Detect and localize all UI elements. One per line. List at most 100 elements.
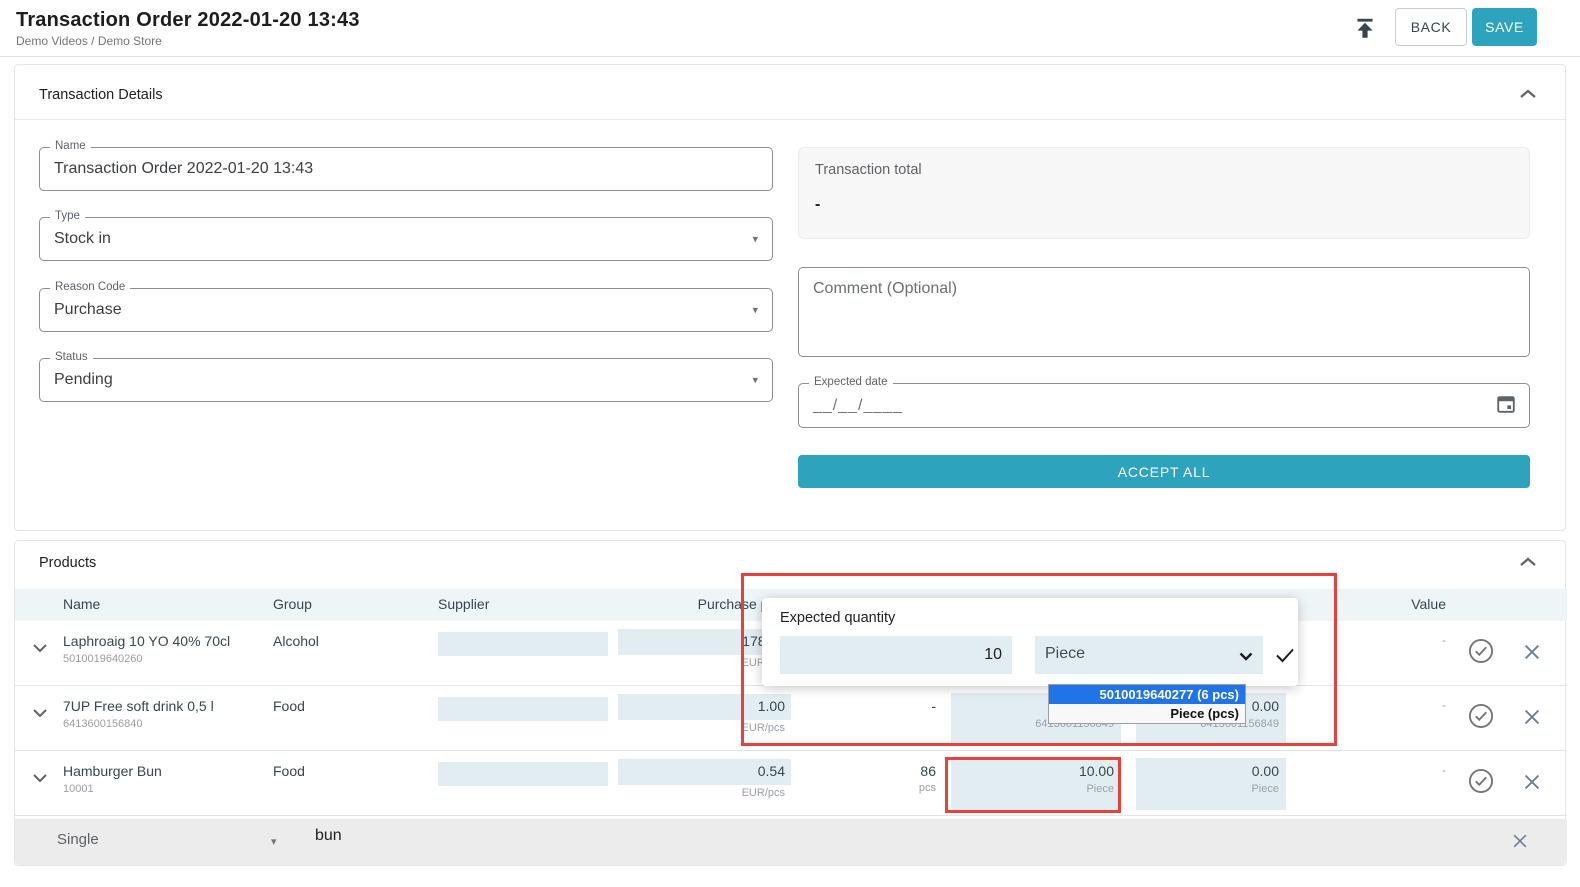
close-icon [1510, 839, 1530, 854]
unit-option-selected[interactable]: 5010019640277 (6 pcs) [1049, 685, 1245, 704]
purchase-price-unit: EUR/pcs [618, 787, 791, 799]
clear-search-button[interactable] [1507, 829, 1533, 855]
transaction-total-value: - [815, 196, 820, 214]
calendar-button[interactable] [1493, 393, 1519, 419]
product-code: 10001 [63, 783, 94, 795]
expected-quantity-popup-input[interactable] [780, 636, 1012, 674]
unit-option[interactable]: Piece (pcs) [1049, 704, 1245, 723]
expand-row-button[interactable] [29, 637, 51, 659]
purchase-price-input[interactable]: 0.54 [618, 759, 791, 785]
expand-row-button[interactable] [29, 702, 51, 724]
stock-value: 86 [805, 763, 936, 779]
purchase-price-value: 1.00 [758, 698, 785, 714]
header-divider [0, 56, 1580, 57]
expected-date-value: __/__/____ [813, 397, 903, 415]
expand-row-button[interactable] [29, 767, 51, 789]
column-header-purchase-price: Purchase price [591, 596, 791, 612]
reason-code-select-label: Reason Code [50, 281, 130, 293]
accept-row-button[interactable] [1467, 767, 1495, 798]
accept-all-button[interactable]: ACCEPT ALL [798, 455, 1530, 488]
chevron-down-icon [32, 706, 48, 721]
unit-select[interactable]: Piece [1035, 636, 1263, 674]
add-mode-value: Single [57, 831, 99, 848]
close-icon [1521, 651, 1543, 666]
unit-options-list: 5010019640277 (6 pcs) Piece (pcs) [1048, 684, 1246, 724]
check-circle-icon [1467, 783, 1495, 798]
name-field-label: Name [50, 140, 91, 152]
collapse-transaction-details-button[interactable] [1515, 85, 1541, 105]
transaction-total-label: Transaction total [815, 162, 922, 178]
row-value: - [1315, 698, 1446, 712]
section-title-products: Products [39, 555, 96, 571]
expected-quantity-popup: Expected quantity Piece [762, 598, 1298, 686]
purchase-price-value: 0.54 [758, 763, 785, 779]
status-select[interactable]: Status Pending ▾ [39, 358, 773, 402]
close-icon [1521, 716, 1543, 731]
type-select-value: Stock in [54, 230, 111, 248]
supplier-input[interactable] [438, 632, 608, 656]
product-name: 7UP Free soft drink 0,5 l [63, 698, 214, 714]
chevron-down-icon [32, 771, 48, 786]
column-header-value: Value [1315, 596, 1446, 612]
accept-row-button[interactable] [1467, 637, 1495, 668]
table-row: Hamburger Bun 10001 Food 0.54 EUR/pcs 86… [15, 751, 1567, 816]
chevron-up-icon [1519, 556, 1537, 571]
upload-icon [1352, 29, 1378, 44]
name-field[interactable]: Name Transaction Order 2022-01-20 13:43 [39, 147, 773, 191]
status-select-value: Pending [54, 371, 113, 389]
actual-quantity-value: 0.00 [1252, 698, 1279, 714]
add-mode-select[interactable]: Single ▾ [57, 831, 297, 849]
actual-quantity-unit: Piece [1251, 783, 1279, 795]
add-product-bar: Single ▾ [15, 819, 1567, 865]
supplier-input[interactable] [438, 697, 608, 721]
transaction-total-box: Transaction total - [798, 147, 1530, 239]
row-value: - [1315, 633, 1446, 647]
comment-textarea[interactable] [798, 267, 1530, 357]
check-circle-icon [1467, 653, 1495, 668]
dropdown-arrow-icon: ▾ [271, 835, 277, 848]
type-select-label: Type [50, 210, 85, 222]
reason-code-select-value: Purchase [54, 301, 122, 319]
column-header-supplier: Supplier [438, 596, 489, 612]
supplier-input[interactable] [438, 762, 608, 786]
product-code: 5010019640260 [63, 653, 143, 665]
back-button[interactable]: BACK [1395, 8, 1467, 46]
confirm-quantity-button[interactable] [1272, 643, 1298, 669]
actual-quantity-input[interactable]: 0.00 Piece [1136, 758, 1286, 810]
dropdown-arrow-icon: ▾ [752, 304, 758, 317]
section-title-transaction-details: Transaction Details [39, 87, 163, 103]
product-code: 6413600156840 [63, 718, 143, 730]
chevron-down-icon [1239, 648, 1253, 666]
checkmark-icon [1273, 655, 1297, 670]
close-icon [1521, 781, 1543, 796]
stock-value: - [805, 698, 936, 714]
reason-code-select[interactable]: Reason Code Purchase ▾ [39, 288, 773, 332]
unit-select-value: Piece [1045, 645, 1085, 663]
actual-quantity-value: 0.00 [1252, 763, 1279, 779]
remove-row-button[interactable] [1521, 771, 1543, 796]
remove-row-button[interactable] [1521, 641, 1543, 666]
product-name: Laphroaig 10 YO 40% 70cl [63, 633, 230, 649]
dropdown-arrow-icon: ▾ [752, 374, 758, 387]
accept-row-button[interactable] [1467, 702, 1495, 733]
collapse-products-button[interactable] [1515, 553, 1541, 573]
stock-unit: pcs [805, 782, 936, 794]
product-search-input[interactable] [315, 827, 1415, 845]
purchase-price-unit: EUR/pcs [618, 722, 791, 734]
remove-row-button[interactable] [1521, 706, 1543, 731]
chevron-up-icon [1519, 88, 1537, 103]
column-header-group: Group [273, 596, 312, 612]
save-button[interactable]: SAVE [1472, 8, 1537, 46]
product-group: Food [273, 763, 305, 779]
type-select[interactable]: Type Stock in ▾ [39, 217, 773, 261]
transaction-order-page: Transaction Order 2022-01-20 13:43 Demo … [0, 0, 1580, 887]
status-select-label: Status [50, 351, 93, 363]
product-name: Hamburger Bun [63, 763, 162, 779]
expected-quantity-value: 10.00 [1079, 763, 1114, 779]
expected-date-field[interactable]: Expected date __/__/____ [798, 383, 1530, 428]
upload-button[interactable] [1350, 14, 1380, 44]
check-circle-icon [1467, 718, 1495, 733]
expected-quantity-input[interactable]: 10.00 Piece [951, 758, 1121, 810]
purchase-price-input[interactable]: 1.00 [618, 694, 791, 720]
dropdown-arrow-icon: ▾ [752, 233, 758, 246]
